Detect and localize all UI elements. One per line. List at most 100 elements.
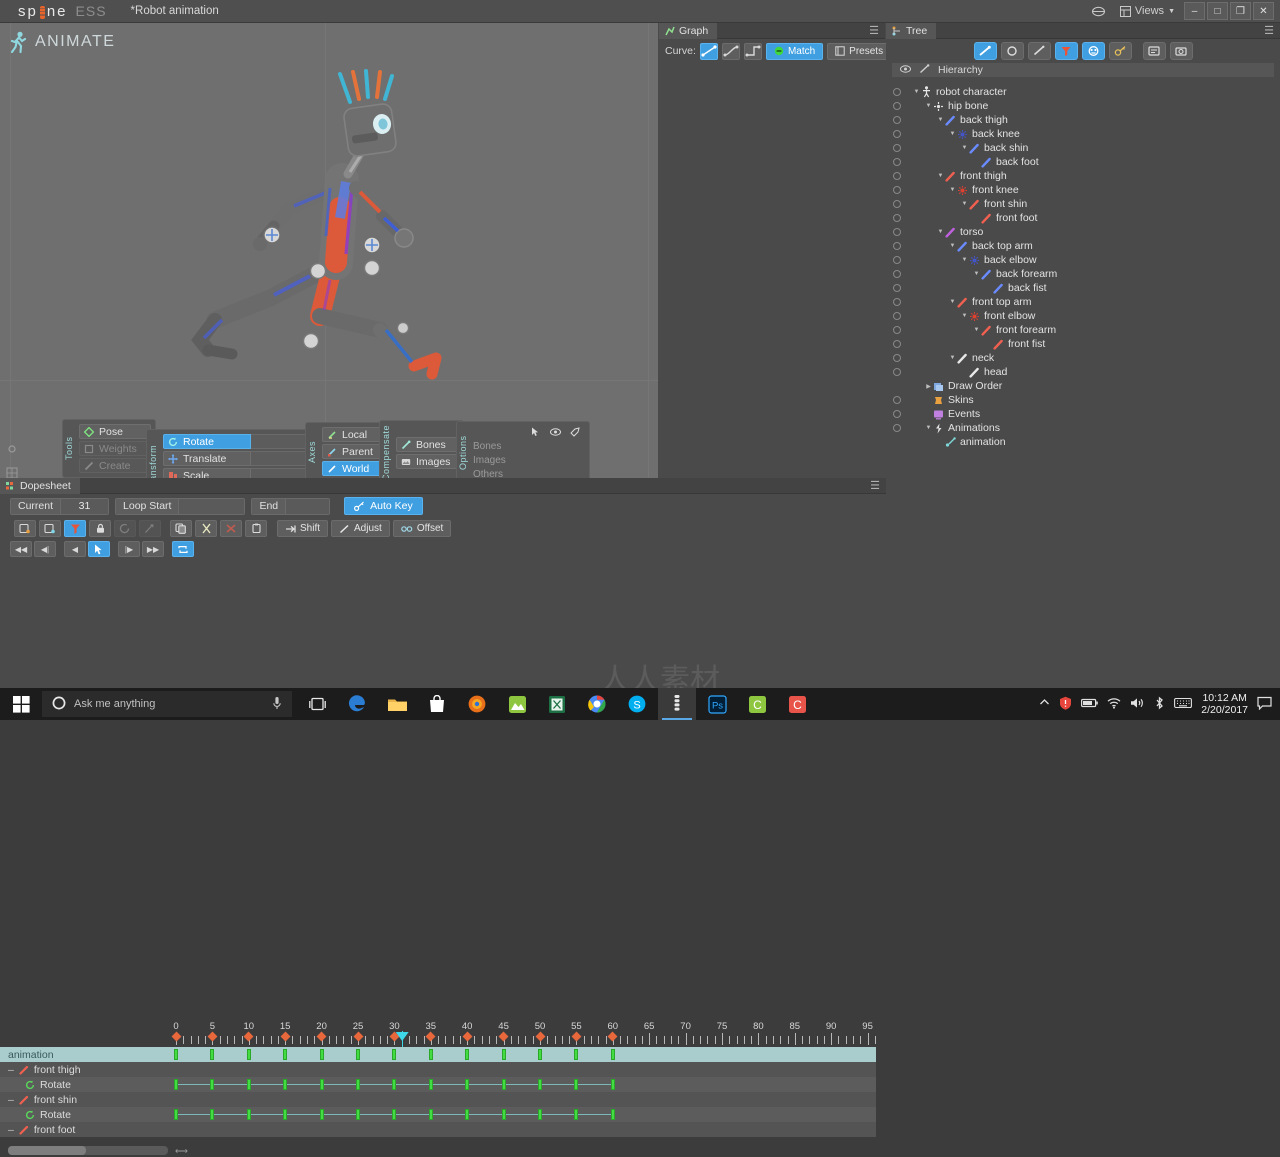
scale-tool-button[interactable]: Scale xyxy=(163,468,251,478)
ruler-keyframe-marker[interactable] xyxy=(425,1031,436,1042)
rotate-value-field[interactable] xyxy=(251,434,309,449)
keyframe[interactable] xyxy=(356,1049,360,1060)
translate-x-field[interactable] xyxy=(251,451,307,466)
match-button[interactable]: Match xyxy=(765,42,824,60)
timeline-ruler[interactable]: 0 5 10 15 20 25 30 35 40 45 50 55 60 65 70 75 80 85 90 95 xyxy=(170,1021,876,1047)
action-center-icon[interactable] xyxy=(1257,696,1272,713)
keyframe[interactable] xyxy=(356,1109,360,1120)
taskbar-clock[interactable]: 10:12 AM 2/20/2017 xyxy=(1201,692,1248,716)
tree-node-Skins[interactable]: Skins xyxy=(886,393,1280,407)
keyframe[interactable] xyxy=(501,1109,506,1120)
restore-button[interactable]: ❐ xyxy=(1230,2,1251,20)
keyframe[interactable] xyxy=(319,1109,324,1120)
presets-button[interactable]: Presets xyxy=(827,42,892,60)
edge-browser-icon[interactable] xyxy=(338,688,376,720)
search-input[interactable]: Ask me anything xyxy=(42,691,292,717)
node-visibility-dot[interactable] xyxy=(893,256,901,264)
axes-world-button[interactable]: World xyxy=(322,461,382,476)
node-visibility-dot[interactable] xyxy=(893,172,901,180)
track-lane[interactable] xyxy=(170,1047,876,1062)
volume-icon[interactable] xyxy=(1130,697,1145,712)
timeline-row-animation-0[interactable]: animation xyxy=(0,1047,876,1062)
timeline-row-front-shin-3[interactable]: – front shin xyxy=(0,1092,876,1107)
node-expand-triangle[interactable]: ▼ xyxy=(972,271,981,277)
security-icon[interactable] xyxy=(1059,696,1072,713)
step-back-button[interactable]: ◀| xyxy=(34,541,56,557)
import-icon[interactable] xyxy=(1142,42,1166,60)
keyframe[interactable] xyxy=(392,1079,397,1090)
track-lane[interactable] xyxy=(170,1107,876,1122)
node-expand-triangle[interactable]: ▼ xyxy=(960,145,969,151)
node-expand-triangle[interactable]: ▼ xyxy=(960,201,969,207)
keyframe[interactable] xyxy=(392,1049,397,1060)
node-expand-triangle[interactable]: ▼ xyxy=(948,355,957,361)
node-visibility-dot[interactable] xyxy=(893,200,901,208)
skype-app-icon[interactable]: S xyxy=(618,688,656,720)
node-expand-triangle[interactable]: ▶ xyxy=(924,383,933,390)
keyframe[interactable] xyxy=(246,1079,251,1090)
tree-node-Draw-Order[interactable]: ▶ Draw Order xyxy=(886,379,1280,393)
node-expand-triangle[interactable]: ▼ xyxy=(924,425,933,431)
zoom-indicator-icon[interactable]: ⟷ xyxy=(175,1146,188,1157)
node-expand-triangle[interactable]: ▼ xyxy=(948,243,957,249)
node-visibility-dot[interactable] xyxy=(893,410,901,418)
tree-node-Events[interactable]: Events xyxy=(886,407,1280,421)
node-expand-triangle[interactable]: ▼ xyxy=(936,229,945,235)
current-value-input[interactable]: 31 xyxy=(60,498,109,514)
keyframe[interactable] xyxy=(428,1079,433,1090)
node-visibility-dot[interactable] xyxy=(893,88,901,96)
end-group[interactable]: End xyxy=(251,497,331,515)
new-skeleton-icon[interactable] xyxy=(1169,42,1193,60)
dopesheet-horizontal-scrollbar[interactable] xyxy=(8,1146,168,1155)
node-expand-triangle[interactable]: ▼ xyxy=(960,257,969,263)
node-expand-triangle[interactable]: ▼ xyxy=(924,103,933,109)
lock-icon[interactable] xyxy=(89,520,111,537)
node-expand-triangle[interactable]: ▼ xyxy=(912,89,921,95)
keyframe[interactable] xyxy=(319,1079,324,1090)
node-expand-triangle[interactable]: ▼ xyxy=(960,313,969,319)
tab-dopesheet[interactable]: Dopesheet xyxy=(0,477,80,494)
collapse-icon[interactable]: – xyxy=(8,1124,14,1136)
photos-app-icon[interactable] xyxy=(498,688,536,720)
camtasia-app-icon[interactable]: C xyxy=(738,688,776,720)
keyframe[interactable] xyxy=(574,1049,579,1060)
battery-icon[interactable] xyxy=(1081,698,1099,711)
loop-start-input[interactable] xyxy=(178,498,245,514)
step-forward-button[interactable]: |▶ xyxy=(118,541,140,557)
bones-filter-icon[interactable] xyxy=(973,42,997,60)
axes-parent-button[interactable]: Parent xyxy=(322,444,382,459)
chrome-browser-icon[interactable] xyxy=(578,688,616,720)
play-button[interactable] xyxy=(88,541,110,557)
skip-to-start-button[interactable]: ◀◀ xyxy=(10,541,32,557)
ruler-keyframe-marker[interactable] xyxy=(243,1031,254,1042)
keyframe[interactable] xyxy=(356,1079,360,1090)
eye-icon[interactable] xyxy=(900,64,911,76)
tree-node-back-foot[interactable]: back foot xyxy=(886,155,1280,169)
ruler-keyframe-marker[interactable] xyxy=(280,1031,291,1042)
ruler-keyframe-marker[interactable] xyxy=(498,1031,509,1042)
keyframe[interactable] xyxy=(174,1079,178,1090)
tree-node-back-knee[interactable]: ▼ back knee xyxy=(886,127,1280,141)
key-all-icon[interactable] xyxy=(14,520,36,537)
circle-filter-icon[interactable] xyxy=(1000,42,1024,60)
node-visibility-dot[interactable] xyxy=(893,326,901,334)
tree-node-front-knee[interactable]: ▼ front knee xyxy=(886,183,1280,197)
keyframe[interactable] xyxy=(283,1109,288,1120)
tree-node-front-thigh[interactable]: ▼ front thigh xyxy=(886,169,1280,183)
key-selected-icon[interactable] xyxy=(39,520,61,537)
compensate-bones-button[interactable]: Bones xyxy=(396,437,460,453)
keyframe[interactable] xyxy=(283,1049,288,1060)
node-visibility-dot[interactable] xyxy=(893,130,901,138)
shift-button[interactable]: Shift xyxy=(277,520,329,537)
microphone-icon[interactable] xyxy=(272,696,282,713)
keyframe[interactable] xyxy=(319,1049,324,1060)
graph-panel-menu-icon[interactable]: ☰ xyxy=(869,24,885,37)
nav-icon[interactable] xyxy=(139,520,161,537)
link-icon[interactable] xyxy=(919,63,930,77)
node-visibility-dot[interactable] xyxy=(893,340,901,348)
tree-node-back-fist[interactable]: back fist xyxy=(886,281,1280,295)
tree-node-hip-bone[interactable]: ▼ hip bone xyxy=(886,99,1280,113)
keyframe[interactable] xyxy=(246,1109,251,1120)
node-visibility-dot[interactable] xyxy=(893,298,901,306)
ruler-keyframe-marker[interactable] xyxy=(571,1031,582,1042)
